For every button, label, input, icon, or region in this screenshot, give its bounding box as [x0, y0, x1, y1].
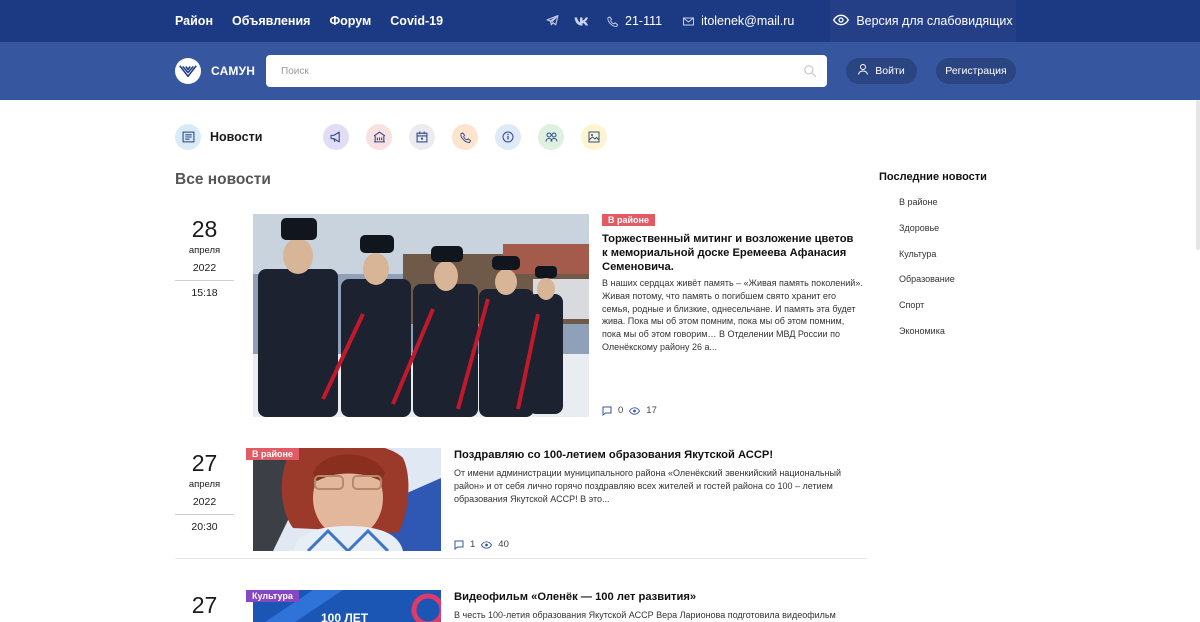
article-date: 27	[175, 592, 234, 618]
mail-icon	[681, 14, 695, 28]
scrollbar[interactable]	[1196, 100, 1200, 250]
image-caption: 100 ЛЕТ	[321, 611, 369, 622]
category-news[interactable]: Новости	[175, 124, 262, 150]
info-icon[interactable]	[495, 124, 521, 150]
date-month: апреля	[188, 479, 221, 490]
date-year: 2022	[175, 262, 234, 281]
phone-contact[interactable]: 21-111	[605, 14, 662, 28]
article-date: 27 апреля 2022 20:30	[175, 450, 234, 533]
date-year: 2022	[175, 496, 234, 515]
vk-icon[interactable]	[573, 14, 589, 28]
header: САМУН Войти Регистрация	[0, 42, 1200, 100]
megaphone-icon[interactable]	[323, 124, 349, 150]
page-title: Все новости	[175, 171, 271, 188]
divider	[175, 558, 867, 559]
news-label: Новости	[210, 130, 263, 144]
calendar-icon[interactable]	[409, 124, 435, 150]
vision-impaired-button[interactable]: Версия для слабовидящих	[830, 0, 1016, 42]
date-day: 27	[191, 450, 218, 476]
date-time: 15:18	[191, 287, 218, 299]
nav-link-covid[interactable]: Covid-19	[390, 14, 443, 28]
article-excerpt: В честь 100-летия образования Якутской А…	[454, 610, 836, 620]
top-nav: Район Объявления Форум Covid-19	[175, 0, 443, 42]
category-tag[interactable]: В районе	[246, 448, 299, 460]
article-title[interactable]: Поздравляю со 100-летием образования Яку…	[454, 448, 854, 462]
phone-icon[interactable]	[452, 124, 478, 150]
image-icon[interactable]	[581, 124, 607, 150]
phone-number: 21-111	[625, 14, 663, 28]
sidebar-item-culture[interactable]: Культура	[899, 249, 955, 275]
newspaper-icon	[175, 124, 201, 150]
phone-icon	[605, 14, 619, 28]
article-stats: 0 17	[602, 405, 657, 416]
search-box	[266, 55, 827, 87]
sidebar-item-health[interactable]: Здоровье	[899, 223, 955, 249]
telegram-icon[interactable]	[545, 14, 559, 28]
user-icon	[858, 64, 869, 78]
date-day: 28	[191, 216, 218, 242]
nav-link-ads[interactable]: Объявления	[232, 14, 310, 28]
login-button[interactable]: Войти	[846, 58, 917, 84]
register-button[interactable]: Регистрация	[936, 58, 1016, 84]
logo-icon	[175, 58, 201, 84]
article-date: 28 апреля 2022 15:18	[175, 216, 234, 299]
comment-count: 0	[618, 405, 624, 416]
nav-link-district[interactable]: Район	[175, 14, 213, 28]
article-image[interactable]	[253, 448, 441, 551]
sidebar-item-sport[interactable]: Спорт	[899, 300, 955, 326]
eye-icon	[833, 14, 850, 29]
category-tag[interactable]: Культура	[246, 590, 299, 602]
eye-icon	[629, 406, 641, 415]
people-icon[interactable]	[538, 124, 564, 150]
date-month: апреля	[188, 245, 221, 256]
view-count: 17	[646, 405, 657, 416]
building-icon[interactable]	[366, 124, 392, 150]
login-label: Войти	[875, 65, 905, 77]
date-time: 20:30	[191, 521, 218, 533]
comment-count: 1	[470, 539, 476, 550]
search-icon[interactable]	[803, 64, 817, 78]
eye-icon	[481, 540, 493, 549]
category-tag[interactable]: В районе	[602, 214, 655, 226]
article-excerpt: От имени администрации муниципального ра…	[454, 468, 841, 504]
article-stats: 1 40	[454, 539, 509, 550]
view-count: 40	[498, 539, 509, 550]
latest-news-title: Последние новости	[879, 171, 987, 183]
comment-icon	[454, 540, 464, 550]
top-contacts: 21-111 itolenek@mail.ru	[545, 0, 794, 42]
site-logo[interactable]: САМУН	[175, 58, 255, 84]
article-title[interactable]: Видеофильм «Оленёк — 100 лет развития»	[454, 590, 854, 604]
register-label: Регистрация	[945, 65, 1007, 77]
search-input[interactable]	[266, 55, 827, 87]
article-image[interactable]	[253, 214, 589, 417]
top-bar: Район Объявления Форум Covid-19 21-111 i…	[0, 0, 1200, 42]
sidebar-item-district[interactable]: В районе	[899, 197, 955, 223]
date-day: 27	[191, 592, 218, 618]
latest-news-list: В районе Здоровье Культура Образование С…	[899, 197, 955, 352]
article-title[interactable]: Торжественный митинг и возложение цветов…	[602, 232, 862, 274]
email-contact[interactable]: itolenek@mail.ru	[681, 14, 794, 28]
comment-icon	[602, 406, 612, 416]
sidebar-item-education[interactable]: Образование	[899, 274, 955, 300]
email-address: itolenek@mail.ru	[701, 14, 795, 28]
article-excerpt: В наших сердцах живёт память – «Живая па…	[602, 278, 863, 352]
sidebar-item-economy[interactable]: Экономика	[899, 326, 955, 352]
vision-label: Версия для слабовидящих	[856, 14, 1013, 28]
nav-link-forum[interactable]: Форум	[329, 14, 371, 28]
logo-text: САМУН	[211, 64, 256, 78]
category-icons	[323, 124, 607, 150]
